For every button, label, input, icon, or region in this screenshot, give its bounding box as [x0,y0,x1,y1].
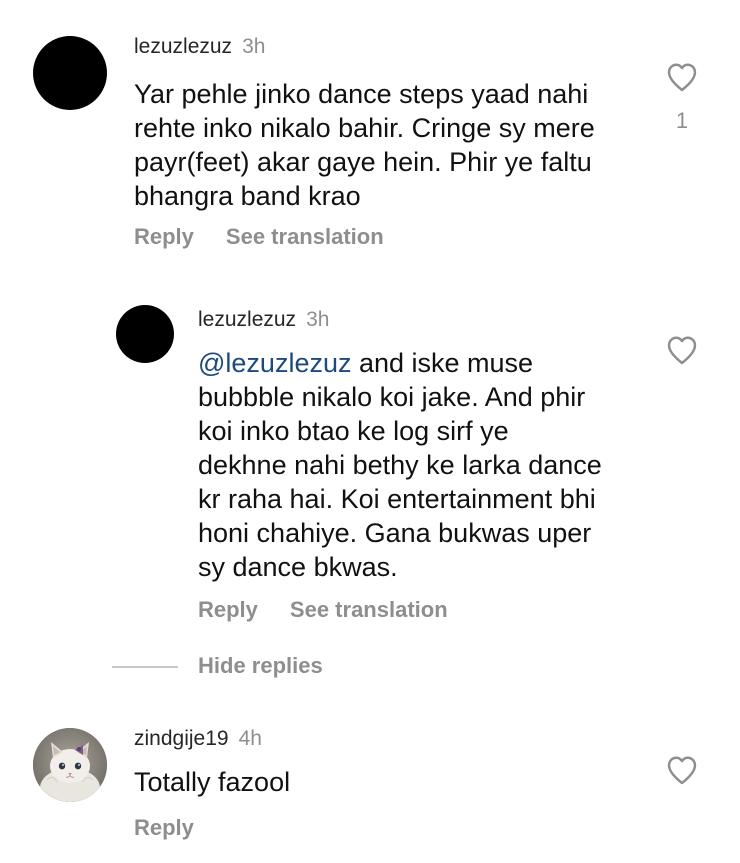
see-translation-button[interactable]: See translation [226,224,384,249]
comment-text-line: @lezuzlezuz and iske muse [198,346,602,380]
like-count: 1 [675,108,689,133]
comment-text: Totally fazool [134,767,291,797]
see-translation-button[interactable]: See translation [290,597,448,622]
comment-text-line: dekhne nahi bethy ke larka dance [198,450,602,480]
comment-text-line: kr raha hai. Koi entertainment bhi [198,484,596,514]
reply-button[interactable]: Reply [198,597,258,622]
comment-text-fragment: and iske muse [351,348,534,378]
comment-text-line: koi inko btao ke log sirf ye [198,416,509,446]
timestamp: 3h [242,35,266,58]
comment-text-line: sy dance bkwas. [198,552,398,582]
username[interactable]: lezuzlezuz [198,308,296,331]
reply-button[interactable]: Reply [134,815,194,840]
avatar[interactable] [33,728,107,802]
heart-icon[interactable] [665,62,699,92]
kitten-photo-icon [33,728,107,802]
comment-text-line: payr(feet) akar gaye hein. Phir ye faltu [134,147,592,177]
heart-icon[interactable] [665,755,699,785]
avatar[interactable] [33,36,107,110]
comment-text: @lezuzlezuz and iske muse bubbble nikalo… [198,346,602,584]
username[interactable]: zindgije19 [134,727,229,750]
comment-text-line: Yar pehle jinko dance steps yaad nahi [134,79,589,109]
replies-divider [112,666,178,668]
comment-actions: Reply See translation [134,223,384,251]
comment-header: lezuzlezuz 3h [134,34,265,60]
mention-link[interactable]: @lezuzlezuz [198,348,351,378]
comment-actions: Reply See translation [198,596,448,624]
heart-icon[interactable] [665,335,699,365]
comment-actions: Reply [134,814,194,842]
comment-text-line: honi chahiye. Gana bukwas uper [198,518,592,548]
avatar[interactable] [116,305,174,363]
reply-button[interactable]: Reply [134,224,194,249]
comment-header: lezuzlezuz 3h [198,307,329,333]
comment-text: Yar pehle jinko dance steps yaad nahi re… [134,77,595,213]
timestamp: 4h [238,727,262,750]
hide-replies-button[interactable]: Hide replies [198,652,323,680]
username[interactable]: lezuzlezuz [134,35,232,58]
comment-text-line: bhangra band krao [134,181,361,211]
comment-text-line: bubbble nikalo koi jake. And phir [198,382,586,412]
comment-text-line: rehte inko nikalo bahir. Cringe sy mere [134,113,595,143]
comment-header: zindgije19 4h [134,726,262,752]
timestamp: 3h [306,308,330,331]
